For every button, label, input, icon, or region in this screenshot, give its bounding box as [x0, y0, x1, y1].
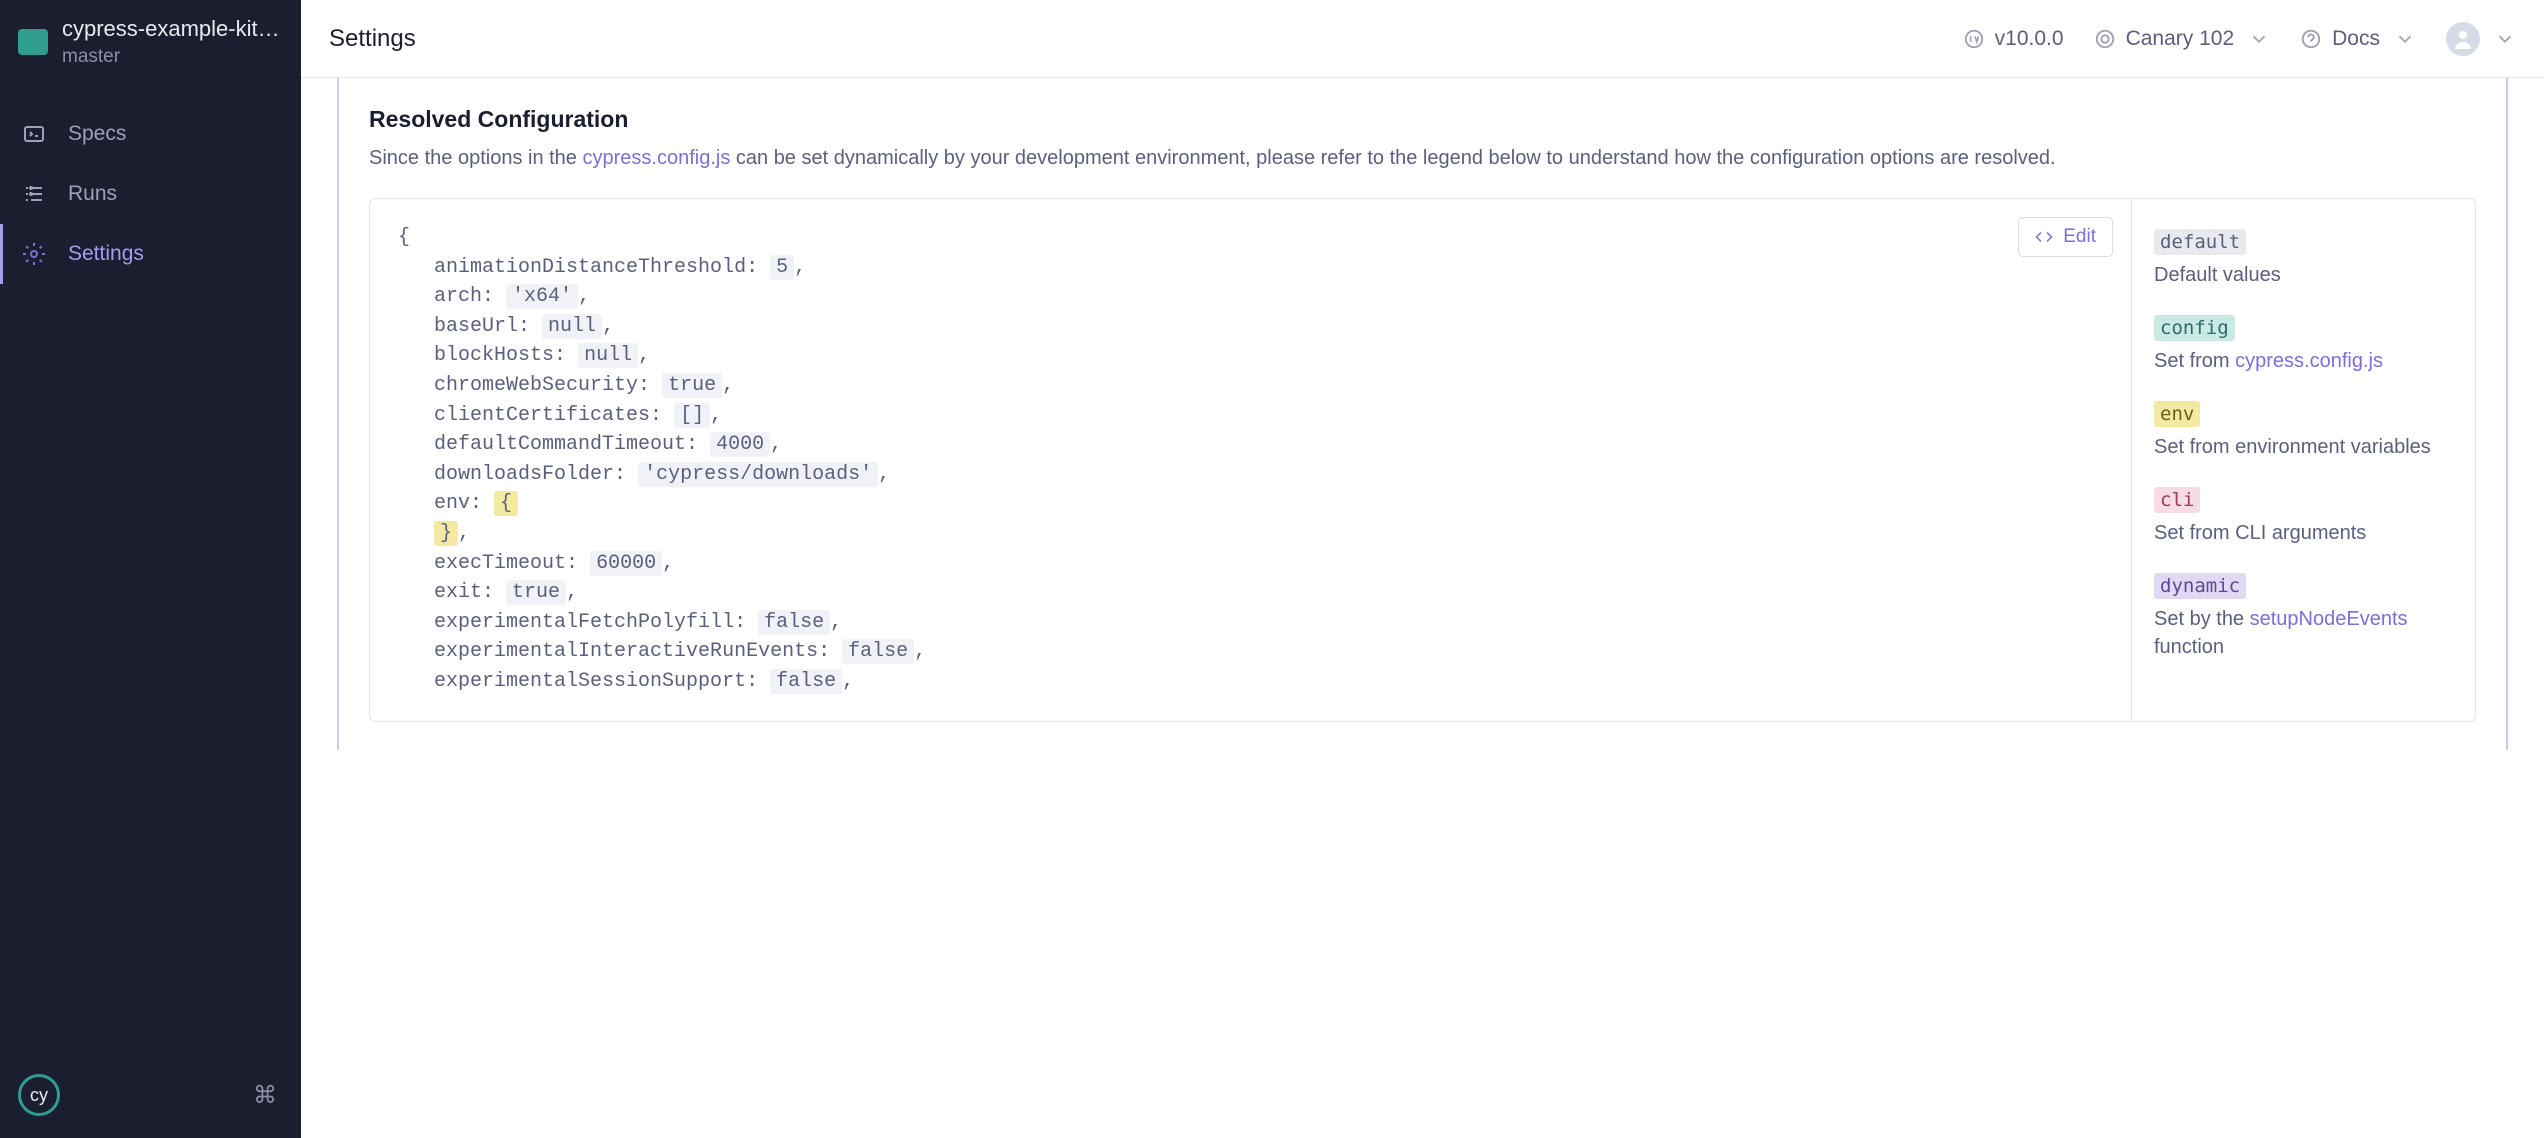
chevron-down-icon	[2248, 28, 2270, 50]
sidebar-footer: cy ⌘	[0, 1056, 301, 1138]
legend-badge: env	[2154, 401, 2200, 427]
sidebar: cypress-example-kitch… master Specs Runs…	[0, 0, 301, 1138]
legend-desc: Set by the setupNodeEvents function	[2154, 605, 2453, 661]
config-code: Edit { animationDistanceThreshold: 5, ar…	[370, 199, 2131, 721]
specs-icon	[22, 122, 46, 146]
docs-link[interactable]: Docs	[2300, 27, 2416, 51]
section-title: Resolved Configuration	[369, 106, 2476, 133]
legend-link[interactable]: setupNodeEvents	[2250, 608, 2408, 630]
main: Settings v10.0.0 Canary 102 Docs	[301, 0, 2544, 1138]
sidebar-item-label: Specs	[68, 122, 126, 146]
project-name: cypress-example-kitch…	[62, 16, 283, 42]
legend-desc: Default values	[2154, 261, 2453, 289]
config-file-link[interactable]: cypress.config.js	[582, 147, 730, 169]
legend-item: config Set from cypress.config.js	[2154, 315, 2453, 375]
cypress-logo[interactable]: cy	[18, 1074, 60, 1116]
legend-item: cli Set from CLI arguments	[2154, 487, 2453, 547]
sidebar-item-specs[interactable]: Specs	[0, 104, 301, 164]
legend-link[interactable]: cypress.config.js	[2235, 350, 2383, 372]
page-title: Settings	[329, 25, 416, 53]
docs-icon	[2300, 28, 2322, 50]
project-branch: master	[62, 46, 283, 68]
legend-item: default Default values	[2154, 229, 2453, 289]
topbar: Settings v10.0.0 Canary 102 Docs	[301, 0, 2544, 78]
content: Resolved Configuration Since the options…	[301, 78, 2544, 1138]
chevron-down-icon	[2494, 28, 2516, 50]
settings-icon	[22, 242, 46, 266]
legend-badge: config	[2154, 315, 2235, 341]
nav: Specs Runs Settings	[0, 86, 301, 1056]
runs-icon	[22, 182, 46, 206]
legend-item: dynamic Set by the setupNodeEvents functi…	[2154, 573, 2453, 661]
sidebar-item-runs[interactable]: Runs	[0, 164, 301, 224]
chevron-down-icon	[2394, 28, 2416, 50]
browser-icon	[2094, 28, 2116, 50]
legend-badge: default	[2154, 229, 2246, 255]
legend-badge: dynamic	[2154, 573, 2246, 599]
cypress-icon	[1963, 28, 1985, 50]
project-icon	[18, 29, 48, 55]
version-badge[interactable]: v10.0.0	[1963, 27, 2064, 51]
code-icon	[2035, 228, 2053, 246]
legend-desc: Set from cypress.config.js	[2154, 347, 2453, 375]
avatar	[2446, 22, 2480, 56]
legend-desc: Set from environment variables	[2154, 433, 2453, 461]
edit-button[interactable]: Edit	[2018, 217, 2113, 257]
user-menu[interactable]	[2446, 22, 2516, 56]
legend-item: env Set from environment variables	[2154, 401, 2453, 461]
config-legend: default Default values config Set from cypr…	[2131, 199, 2475, 721]
legend-badge: cli	[2154, 487, 2200, 513]
keyboard-shortcut-icon[interactable]: ⌘	[253, 1081, 277, 1110]
section-description: Since the options in the cypress.config.…	[369, 143, 2476, 174]
sidebar-item-label: Settings	[68, 242, 144, 266]
browser-selector[interactable]: Canary 102	[2094, 27, 2271, 51]
project-header[interactable]: cypress-example-kitch… master	[0, 0, 301, 86]
sidebar-item-label: Runs	[68, 182, 117, 206]
legend-desc: Set from CLI arguments	[2154, 519, 2453, 547]
sidebar-item-settings[interactable]: Settings	[0, 224, 301, 284]
config-panel: Edit { animationDistanceThreshold: 5, ar…	[369, 198, 2476, 722]
